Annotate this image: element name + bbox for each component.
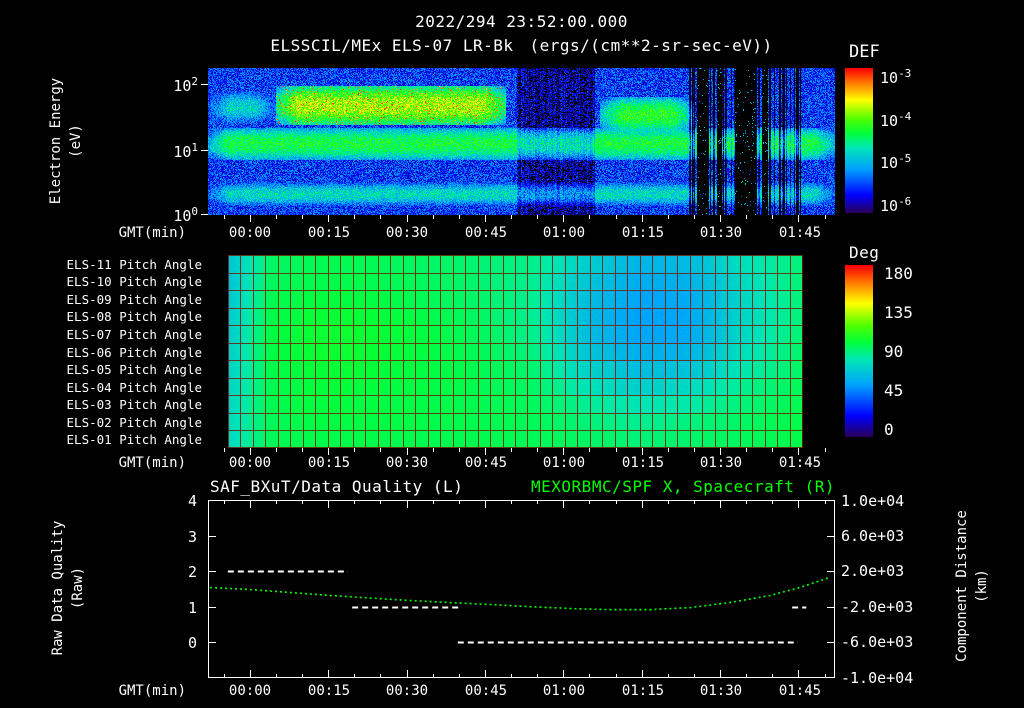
tick-exp: -6 (898, 195, 912, 208)
pitch-row-label-els03: ELS-03 Pitch Angle (66, 397, 202, 412)
x-tick-label: 01:00 (542, 455, 586, 471)
right-axis-label-line1: Component Distance (954, 510, 970, 662)
line-plot-title-right: MEXORBMC/SPF X, Spacecraft (R) (531, 477, 835, 496)
x-tick-label: 01:45 (778, 455, 822, 471)
deg-cb-tick-90: 90 (884, 342, 904, 361)
x-tick-label: 00:30 (385, 683, 429, 699)
def-cb-tick-1e-6: 10-6 (880, 196, 911, 214)
line-plot-right-axis-label: Component Distance (km) (952, 510, 992, 662)
right-y-tick-1e4: 1.0e+04 (841, 492, 905, 510)
spectrogram-y-tick-100: 102 (0, 76, 198, 94)
deg-colorbar (845, 265, 873, 437)
x-tick-label: 01:15 (621, 455, 665, 471)
left-y-tick-0: 0 (187, 634, 197, 652)
pitch-row-label-els05: ELS-05 Pitch Angle (66, 362, 202, 377)
def-cb-tick-1e-3: 10-3 (880, 68, 911, 86)
pitch-row-label-els07: ELS-07 Pitch Angle (66, 327, 202, 342)
x-tick-label: 01:15 (621, 225, 665, 241)
def-cb-tick-1e-4: 10-4 (880, 111, 911, 129)
line-plot-title-left: SAF_BXuT/Data Quality (L) (210, 477, 464, 496)
left-y-tick-4: 4 (187, 492, 197, 510)
plot-page: 2022/294 23:52:00.000 ELSSCIL/MEx ELS-07… (0, 0, 1024, 708)
x-tick-label: 01:30 (699, 683, 743, 699)
x-tick-label: 00:00 (228, 225, 272, 241)
spectrogram-y-tick-1: 100 (0, 206, 198, 224)
def-colorbar (845, 68, 873, 213)
def-cb-tick-1e-5: 10-5 (880, 153, 911, 171)
instrument-title: ELSSCIL/MEx ELS-07 LR-Bk (270, 36, 514, 55)
right-y-tick-2e3: 2.0e+03 (841, 562, 905, 580)
tick-base: 10 (880, 69, 899, 87)
deg-cb-tick-45: 45 (884, 381, 904, 400)
x-axis-title-panel1: GMT(min) (118, 225, 186, 241)
x-tick-label: 00:15 (307, 683, 351, 699)
x-tick-label: 00:45 (464, 225, 508, 241)
deg-cb-tick-0: 0 (884, 420, 894, 439)
pitch-row-label-els06: ELS-06 Pitch Angle (66, 345, 202, 360)
quality-distance-plot (208, 500, 835, 678)
tick-exp: -4 (898, 110, 912, 123)
deg-cb-tick-135: 135 (884, 303, 913, 322)
tick-exp: -3 (898, 67, 912, 80)
pitch-row-label-els11: ELS-11 Pitch Angle (66, 257, 202, 272)
page-title-timestamp: 2022/294 23:52:00.000 (415, 12, 628, 31)
right-y-tick-6e3: 6.0e+03 (841, 527, 905, 545)
tick-base: 10 (173, 207, 192, 225)
spectrogram-y-axis-label-line1: Electron Energy (48, 77, 64, 205)
x-tick-label: 00:30 (385, 225, 429, 241)
page-title-row: ELSSCIL/MEx ELS-07 LR-Bk (ergs/(cm**2-sr-… (100, 36, 943, 55)
x-tick-label: 01:15 (621, 683, 665, 699)
x-axis-title-panel2: GMT(min) (118, 455, 186, 471)
x-tick-label: 01:30 (699, 225, 743, 241)
x-tick-label: 01:45 (778, 225, 822, 241)
deg-cb-tick-180: 180 (884, 264, 913, 283)
pitch-row-label-els10: ELS-10 Pitch Angle (66, 274, 202, 289)
x-tick-label: 00:15 (307, 225, 351, 241)
units-label: (ergs/(cm**2-sr-sec-eV)) (529, 36, 773, 55)
tick-base: 10 (173, 77, 192, 95)
right-y-tick-m6e3: -6.0e+03 (841, 633, 914, 651)
tick-base: 10 (880, 197, 899, 215)
left-y-tick-3: 3 (187, 528, 197, 546)
tick-base: 10 (173, 143, 192, 161)
spectrogram-y-axis-label-line2: (eV) (68, 124, 84, 158)
tick-exp: 1 (191, 141, 198, 154)
pitch-row-label-els08: ELS-08 Pitch Angle (66, 309, 202, 324)
spectrogram-y-axis-label: Electron Energy (eV) (46, 78, 86, 204)
x-tick-label: 00:45 (464, 683, 508, 699)
electron-energy-spectrogram (208, 68, 835, 215)
x-tick-label: 00:30 (385, 455, 429, 471)
right-y-tick-m1e4: -1.0e+04 (841, 669, 914, 687)
tick-base: 10 (880, 112, 899, 130)
left-y-tick-1: 1 (187, 599, 197, 617)
deg-colorbar-title: Deg (849, 243, 880, 262)
x-tick-label: 00:45 (464, 455, 508, 471)
tick-exp: 2 (191, 75, 198, 88)
pitch-angle-heatmap (208, 255, 835, 448)
tick-exp: -5 (898, 152, 912, 165)
x-tick-label: 01:00 (542, 683, 586, 699)
pitch-row-label-els01: ELS-01 Pitch Angle (66, 432, 202, 447)
left-y-tick-2: 2 (187, 563, 197, 581)
x-axis-title-panel3: GMT(min) (118, 683, 186, 699)
x-tick-label: 01:00 (542, 225, 586, 241)
x-tick-label: 00:15 (307, 455, 351, 471)
tick-exp: 0 (191, 205, 198, 218)
x-tick-label: 01:45 (778, 683, 822, 699)
x-tick-label: 01:30 (699, 455, 743, 471)
spectrogram-y-tick-10: 101 (0, 142, 198, 160)
right-y-tick-m2e3: -2.0e+03 (841, 598, 914, 616)
def-colorbar-title: DEF (849, 42, 880, 62)
tick-base: 10 (880, 154, 899, 172)
x-tick-label: 00:00 (228, 455, 272, 471)
right-axis-label-line2: (km) (974, 569, 990, 603)
pitch-row-label-els02: ELS-02 Pitch Angle (66, 415, 202, 430)
pitch-row-label-els09: ELS-09 Pitch Angle (66, 292, 202, 307)
pitch-row-label-els04: ELS-04 Pitch Angle (66, 380, 202, 395)
x-tick-label: 00:00 (228, 683, 272, 699)
